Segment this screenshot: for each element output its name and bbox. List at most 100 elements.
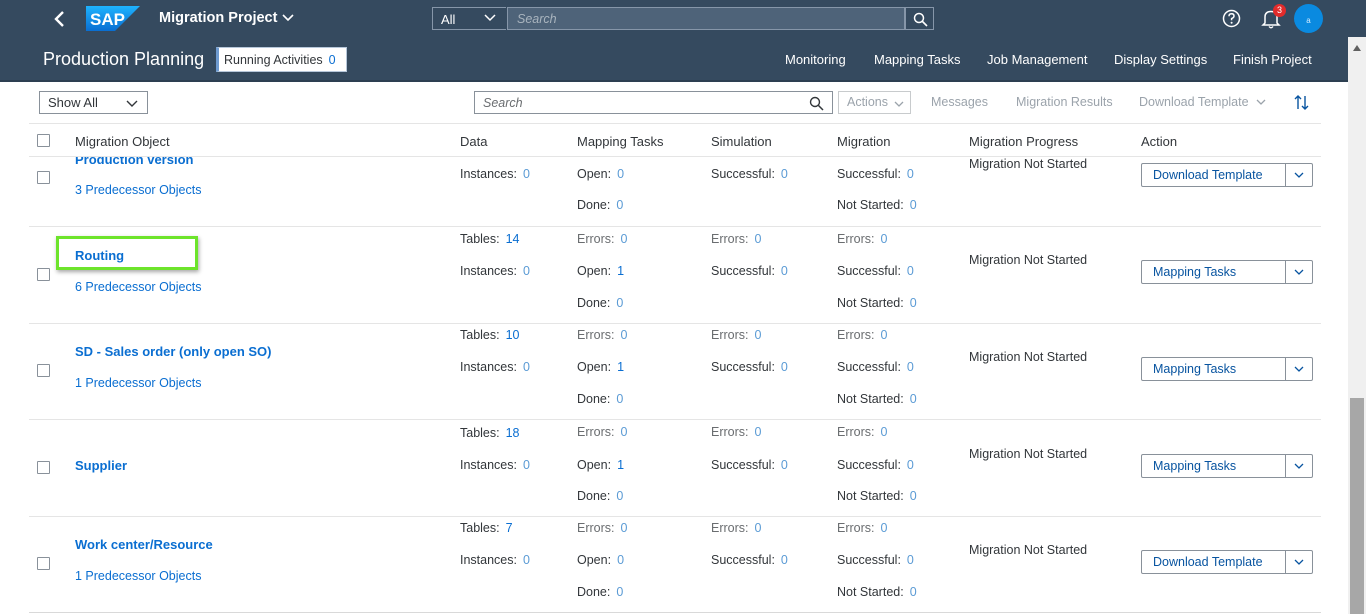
column-header[interactable]: Simulation xyxy=(711,134,772,149)
not-started-value[interactable]: 0 xyxy=(910,392,917,406)
nav-finish-project[interactable]: Finish Project xyxy=(1233,52,1312,67)
instances-value[interactable]: 0 xyxy=(523,458,530,472)
errors-value[interactable]: 0 xyxy=(755,328,762,342)
open-value[interactable]: 0 xyxy=(617,553,624,567)
running-activities-button[interactable]: Running Activities 0 xyxy=(216,47,347,72)
instances-value[interactable]: 0 xyxy=(523,360,530,374)
split-button-label[interactable]: Mapping Tasks xyxy=(1153,265,1236,279)
successful-value[interactable]: 0 xyxy=(781,167,788,181)
column-header[interactable]: Mapping Tasks xyxy=(577,134,663,149)
chevron-down-icon[interactable] xyxy=(1294,269,1304,276)
successful-value[interactable]: 0 xyxy=(907,264,914,278)
successful-value[interactable]: 0 xyxy=(907,167,914,181)
nav-mapping-tasks[interactable]: Mapping Tasks xyxy=(874,52,960,67)
mapping-tasks-split-button[interactable]: Mapping Tasks xyxy=(1141,357,1313,381)
tables-value[interactable]: 7 xyxy=(506,521,513,535)
errors-value[interactable]: 0 xyxy=(755,521,762,535)
search-icon[interactable] xyxy=(809,96,824,111)
table-row[interactable]: Work center/Resource 1 Predecessor Objec… xyxy=(29,517,1321,613)
column-header[interactable]: Data xyxy=(460,134,487,149)
avatar[interactable]: a xyxy=(1294,4,1323,33)
not-started-value[interactable]: 0 xyxy=(910,198,917,212)
migration-results-button[interactable]: Migration Results xyxy=(1016,95,1113,109)
back-arrow-icon[interactable] xyxy=(48,7,72,31)
shell-search-input[interactable]: Search xyxy=(507,7,905,30)
chevron-down-icon[interactable] xyxy=(282,13,294,23)
chevron-down-icon[interactable] xyxy=(1256,99,1266,106)
errors-value[interactable]: 0 xyxy=(621,425,628,439)
scrollbar-thumb[interactable] xyxy=(1350,398,1364,614)
column-header[interactable]: Action xyxy=(1141,134,1177,149)
chevron-down-icon[interactable] xyxy=(1294,463,1304,470)
table-row[interactable]: Routing 6 Predecessor Objects Tables: 14 … xyxy=(29,227,1321,324)
nav-display-settings[interactable]: Display Settings xyxy=(1114,52,1207,67)
help-icon[interactable] xyxy=(1222,9,1241,28)
predecessor-objects-link[interactable]: 6 Predecessor Objects xyxy=(75,280,201,294)
split-button-label[interactable]: Download Template xyxy=(1153,555,1263,569)
row-checkbox[interactable] xyxy=(37,364,50,377)
sap-logo[interactable]: SAP xyxy=(86,6,140,31)
row-checkbox[interactable] xyxy=(37,557,50,570)
mapping-tasks-split-button[interactable]: Mapping Tasks xyxy=(1141,454,1313,478)
successful-value[interactable]: 0 xyxy=(781,458,788,472)
not-started-value[interactable]: 0 xyxy=(910,489,917,503)
errors-value[interactable]: 0 xyxy=(881,425,888,439)
instances-value[interactable]: 0 xyxy=(523,553,530,567)
project-title[interactable]: Migration Project xyxy=(159,10,277,26)
done-value[interactable]: 0 xyxy=(616,392,623,406)
migration-object-title[interactable]: SD - Sales order (only open SO) xyxy=(75,344,271,359)
row-checkbox[interactable] xyxy=(37,461,50,474)
scroll-up-icon[interactable] xyxy=(1353,45,1361,51)
done-value[interactable]: 0 xyxy=(616,489,623,503)
column-header[interactable]: Migration Object xyxy=(75,134,170,149)
not-started-value[interactable]: 0 xyxy=(910,585,917,599)
nav-job-management[interactable]: Job Management xyxy=(987,52,1087,67)
predecessor-objects-link[interactable]: 1 Predecessor Objects xyxy=(75,376,201,390)
download-template-button[interactable]: Download Template xyxy=(1139,95,1249,109)
open-value[interactable]: 1 xyxy=(617,360,624,374)
errors-value[interactable]: 0 xyxy=(755,232,762,246)
column-header[interactable]: Migration xyxy=(837,134,890,149)
chevron-down-icon[interactable] xyxy=(1294,559,1304,566)
successful-value[interactable]: 0 xyxy=(907,553,914,567)
done-value[interactable]: 0 xyxy=(616,198,623,212)
errors-value[interactable]: 0 xyxy=(881,328,888,342)
split-button-label[interactable]: Mapping Tasks xyxy=(1153,459,1236,473)
successful-value[interactable]: 0 xyxy=(907,458,914,472)
table-row[interactable]: Supplier Tables: 18 Instances: 0 Errors: 0 … xyxy=(29,420,1321,517)
errors-value[interactable]: 0 xyxy=(621,232,628,246)
download-template-split-button[interactable]: Download Template xyxy=(1141,550,1313,574)
split-button-label[interactable]: Download Template xyxy=(1153,168,1263,182)
sort-icon[interactable] xyxy=(1294,94,1310,111)
shell-search-button[interactable] xyxy=(905,7,934,30)
done-value[interactable]: 0 xyxy=(616,585,623,599)
done-value[interactable]: 0 xyxy=(616,296,623,310)
tables-value[interactable]: 10 xyxy=(506,328,520,342)
download-template-split-button[interactable]: Download Template xyxy=(1141,163,1313,187)
migration-object-title[interactable]: Supplier xyxy=(75,458,127,473)
successful-value[interactable]: 0 xyxy=(781,360,788,374)
actions-button[interactable]: Actions xyxy=(838,91,911,114)
successful-value[interactable]: 0 xyxy=(781,264,788,278)
messages-button[interactable]: Messages xyxy=(931,95,988,109)
filter-select[interactable]: Show All xyxy=(39,91,148,114)
open-value[interactable]: 0 xyxy=(617,167,624,181)
chevron-down-icon[interactable] xyxy=(484,14,496,23)
tables-value[interactable]: 18 xyxy=(506,426,520,440)
successful-value[interactable]: 0 xyxy=(907,360,914,374)
table-search-input[interactable]: Search xyxy=(474,91,833,114)
not-started-value[interactable]: 0 xyxy=(910,296,917,310)
errors-value[interactable]: 0 xyxy=(621,328,628,342)
table-row[interactable]: SD - Sales order (only open SO) 1 Predec… xyxy=(29,324,1321,420)
select-all-checkbox[interactable] xyxy=(37,134,50,147)
migration-object-title[interactable]: Work center/Resource xyxy=(75,537,213,552)
successful-value[interactable]: 0 xyxy=(781,553,788,567)
row-checkbox[interactable] xyxy=(37,268,50,281)
predecessor-objects-link[interactable]: 3 Predecessor Objects xyxy=(75,183,201,197)
column-header[interactable]: Migration Progress xyxy=(969,134,1078,149)
vertical-scrollbar[interactable] xyxy=(1348,37,1366,614)
open-value[interactable]: 1 xyxy=(617,458,624,472)
errors-value[interactable]: 0 xyxy=(755,425,762,439)
errors-value[interactable]: 0 xyxy=(621,521,628,535)
table-row[interactable]: Production version 3 Predecessor Objects… xyxy=(29,157,1321,227)
